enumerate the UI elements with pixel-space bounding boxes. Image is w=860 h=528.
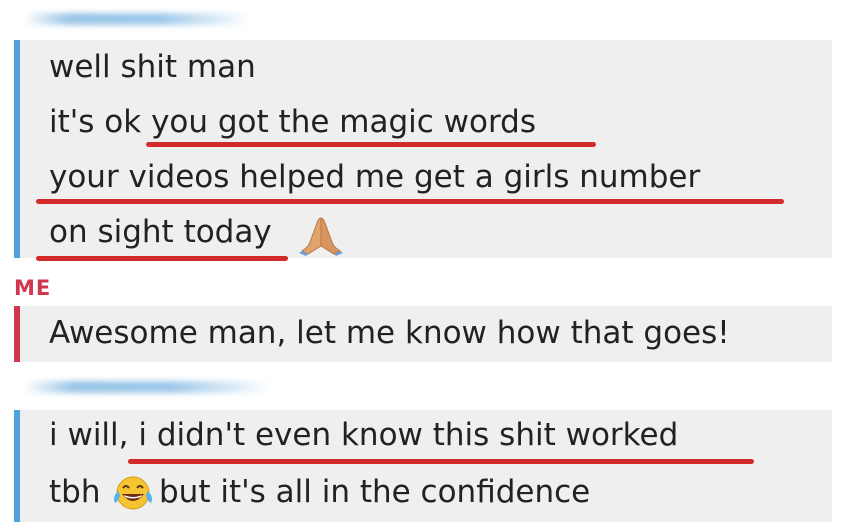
highlight-underline [146,142,596,147]
me-accent-bar [14,306,20,362]
sender-name-redacted [24,381,270,393]
chat-message-friend: i will, i didn't even know this shit wor… [14,410,832,522]
message-line: it's ok you got the magic words [49,104,536,140]
chat-message-friend: well shit man it's ok you got the magic … [14,40,832,258]
sender-label-me: ME [14,276,52,300]
friend-accent-bar [14,410,20,522]
message-line: i will, i didn't even know this shit wor… [49,417,679,453]
highlight-underline [128,459,754,464]
message-line: well shit man [49,49,256,85]
highlight-underline [36,199,784,204]
message-line: tbh [49,474,101,510]
message-line: your videos helped me get a girls number [49,159,701,195]
message-line: but it's all in the confidence [159,474,591,510]
tears-of-joy-icon [112,473,154,513]
chat-message-me: Awesome man, let me know how that goes! [14,306,832,362]
sender-name-redacted [24,13,250,25]
message-line: on sight today [49,214,272,250]
friend-accent-bar [14,40,20,258]
folded-hands-icon [296,216,346,256]
highlight-underline [36,256,288,261]
message-line: Awesome man, let me know how that goes! [49,315,730,351]
